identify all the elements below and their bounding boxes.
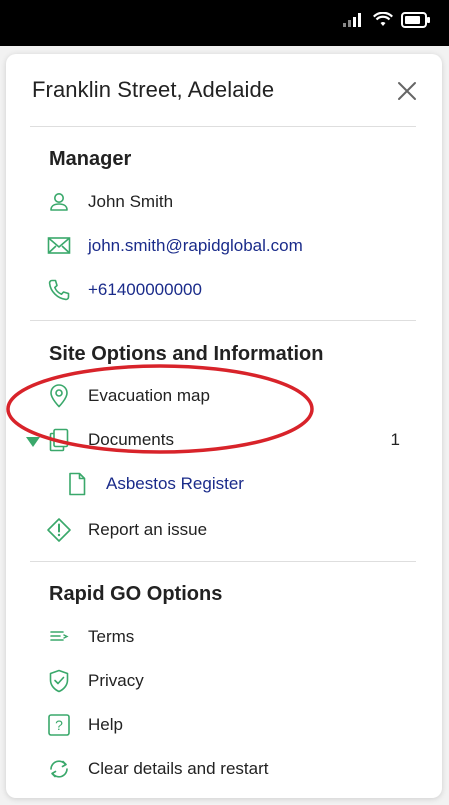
terms-label: Terms [88, 627, 135, 646]
manager-email-link[interactable]: john.smith@rapidglobal.com [88, 236, 303, 256]
report-issue-row[interactable]: Report an issue [44, 510, 414, 550]
manager-name: John Smith [88, 192, 174, 211]
refresh-icon [44, 754, 74, 784]
battery-icon [401, 12, 431, 33]
help-row[interactable]: ? Help [44, 705, 414, 745]
manager-email-row[interactable]: john.smith@rapidglobal.com [44, 226, 414, 266]
status-bar [0, 0, 449, 46]
warning-diamond-icon [44, 515, 74, 545]
wifi-icon [373, 11, 393, 33]
help-icon: ? [44, 710, 74, 740]
shield-check-icon [44, 666, 74, 696]
privacy-row[interactable]: Privacy [44, 661, 414, 701]
privacy-label: Privacy [88, 671, 144, 690]
close-button[interactable] [394, 78, 420, 104]
divider [30, 126, 416, 127]
documents-label: Documents [88, 430, 174, 449]
manager-phone-link[interactable]: +61400000000 [88, 280, 202, 300]
terms-row[interactable]: Terms [44, 617, 414, 657]
section-title-manager: Manager [49, 148, 132, 170]
site-details-panel: Franklin Street, Adelaide Manager John S… [6, 54, 442, 798]
list-icon [44, 622, 74, 652]
location-pin-icon [44, 381, 74, 411]
close-icon [398, 82, 416, 100]
clear-details-label: Clear details and restart [88, 759, 269, 778]
report-issue-label: Report an issue [88, 520, 208, 539]
expanded-arrow-icon[interactable] [26, 437, 40, 447]
divider [30, 561, 416, 562]
section-title-rapid-go: Rapid GO Options [49, 583, 223, 605]
documents-icon [44, 425, 74, 455]
svg-text:?: ? [55, 717, 63, 733]
status-icons [343, 11, 431, 33]
documents-count-badge: 1 [390, 430, 400, 449]
mail-icon [44, 231, 74, 261]
evacuation-map-row[interactable]: Evacuation map [44, 376, 414, 416]
manager-phone-row[interactable]: +61400000000 [44, 270, 414, 310]
evacuation-map-label: Evacuation map [88, 386, 210, 405]
clear-details-row[interactable]: Clear details and restart [44, 749, 414, 789]
manager-name-row: John Smith [44, 182, 414, 222]
person-icon [44, 187, 74, 217]
asbestos-register-link[interactable]: Asbestos Register [106, 474, 244, 494]
section-title-site-options: Site Options and Information [49, 343, 324, 365]
documents-row[interactable]: Documents 1 [44, 420, 414, 460]
signal-icon [343, 12, 365, 33]
document-item-asbestos-register[interactable]: Asbestos Register [62, 464, 392, 504]
help-label: Help [88, 715, 123, 734]
page-title: Franklin Street, Adelaide [32, 77, 275, 102]
document-icon [62, 469, 92, 499]
phone-icon [44, 275, 74, 305]
divider [30, 320, 416, 321]
